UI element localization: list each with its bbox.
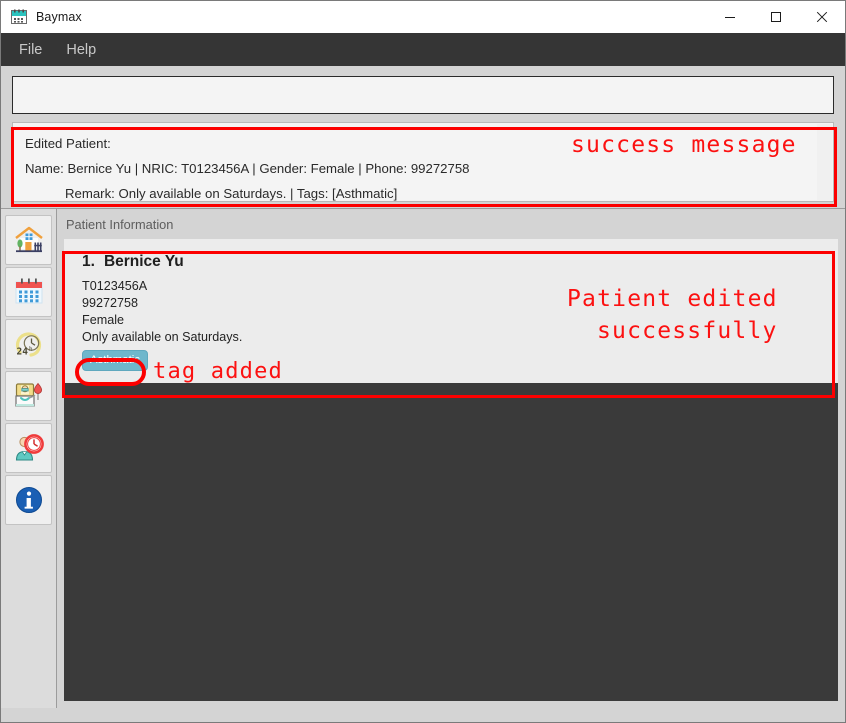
patient-name-row: 1. Bernice Yu xyxy=(82,253,820,271)
calendar-icon xyxy=(12,275,46,309)
command-box-region xyxy=(1,66,845,122)
result-line-details: Name: Bernice Yu | NRIC: T0123456A | Gen… xyxy=(25,161,470,176)
svg-text:24: 24 xyxy=(16,347,28,358)
sidebar-item-patient-bed[interactable] xyxy=(5,371,52,421)
svg-text:h: h xyxy=(29,346,33,353)
page-title: Patient Information xyxy=(66,217,174,232)
result-scrollbar[interactable] xyxy=(817,124,832,200)
annotation-patient-edited-line2: successfully xyxy=(597,318,778,344)
patient-iv-drip-icon xyxy=(12,379,46,413)
close-button[interactable] xyxy=(799,1,845,32)
sidebar-item-info[interactable] xyxy=(5,475,52,525)
info-circle-icon xyxy=(12,483,46,517)
main-area: 24 h Patient Information 1. Bernice Yu T… xyxy=(1,208,845,708)
list-empty-space xyxy=(64,383,838,701)
person-clock-icon xyxy=(12,431,46,465)
sidebar-item-home[interactable] xyxy=(5,215,52,265)
annotation-tag-added: tag added xyxy=(153,359,284,384)
menu-help[interactable]: Help xyxy=(54,38,108,62)
content-area: Patient Information 1. Bernice Yu T012345… xyxy=(57,209,845,708)
maximize-button[interactable] xyxy=(753,1,799,32)
title-bar: Baymax xyxy=(1,1,845,33)
patient-index: 1. xyxy=(82,253,95,270)
annotation-success-message: success message xyxy=(571,132,797,158)
status-badge: Asthmatic xyxy=(82,350,149,371)
menu-file[interactable]: File xyxy=(7,38,54,62)
menu-bar: File Help xyxy=(1,33,845,66)
application-window: Baymax File Help Edited Patient: Name: B… xyxy=(0,0,846,723)
window-body: Edited Patient: Name: Bernice Yu | NRIC:… xyxy=(1,66,845,722)
window-title: Baymax xyxy=(36,9,82,24)
patient-name: Bernice Yu xyxy=(103,253,184,270)
calendar-app-icon xyxy=(11,9,27,25)
sidebar-item-calendar[interactable] xyxy=(5,267,52,317)
sidebar-item-24h-clock[interactable]: 24 h xyxy=(5,319,52,369)
window-controls xyxy=(707,1,845,32)
minimize-button[interactable] xyxy=(707,1,753,32)
result-line-remark: Remark: Only available on Saturdays. | T… xyxy=(65,186,398,201)
annotation-patient-edited-line1: Patient edited xyxy=(567,286,778,312)
house-icon xyxy=(12,223,46,257)
clock-24h-icon: 24 h xyxy=(12,327,46,361)
sidebar-item-staff-schedule[interactable] xyxy=(5,423,52,473)
status-bar xyxy=(1,708,845,722)
sidebar: 24 h xyxy=(1,209,57,708)
command-input[interactable] xyxy=(12,76,834,114)
